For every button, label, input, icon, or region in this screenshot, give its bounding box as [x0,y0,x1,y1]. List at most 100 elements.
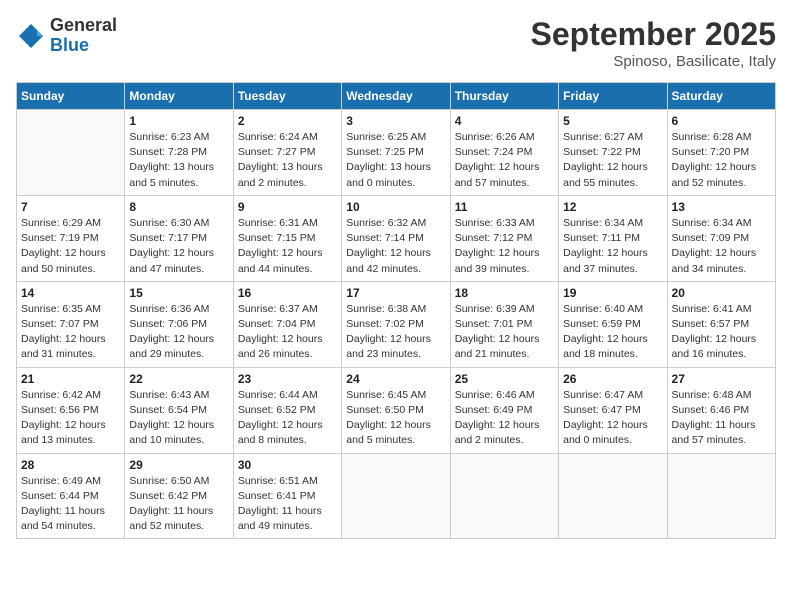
page-header: General Blue September 2025 Spinoso, Bas… [16,16,776,70]
day-info: Sunrise: 6:37 AMSunset: 7:04 PMDaylight:… [238,302,337,363]
calendar-cell: 26 Sunrise: 6:47 AMSunset: 6:47 PMDayligh… [559,367,667,453]
calendar-week-row: 14Sunrise: 6:35 AMSunset: 7:07 PMDayligh… [17,281,776,367]
weekday-header-row: SundayMondayTuesdayWednesdayThursdayFrid… [17,83,776,110]
day-number: 20 [672,286,771,300]
weekday-header-thursday: Thursday [450,83,558,110]
day-info: Sunrise: 6:31 AMSunset: 7:15 PMDaylight:… [238,216,337,277]
day-info: Sunrise: 6:51 AMSunset: 6:41 PMDaylight:… [238,474,337,535]
day-info: Sunrise: 6:42 AMSunset: 6:56 PMDaylight:… [21,388,120,449]
day-number: 5 [563,114,662,128]
day-number: 30 [238,458,337,472]
day-number: 6 [672,114,771,128]
calendar-cell: 17 Sunrise: 6:38 AMSunset: 7:02 PMDayligh… [342,281,450,367]
weekday-header-wednesday: Wednesday [342,83,450,110]
day-number: 27 [672,372,771,386]
day-info: Sunrise: 6:49 AMSunset: 6:44 PMDaylight:… [21,474,120,535]
calendar-table: SundayMondayTuesdayWednesdayThursdayFrid… [16,82,776,539]
calendar-cell: 15Sunrise: 6:36 AMSunset: 7:06 PMDayligh… [125,281,233,367]
calendar-cell: 5 Sunrise: 6:27 AMSunset: 7:22 PMDaylight… [559,110,667,196]
logo-blue: Blue [50,36,117,56]
calendar-cell: 30 Sunrise: 6:51 AMSunset: 6:41 PMDayligh… [233,453,341,539]
day-info: Sunrise: 6:27 AMSunset: 7:22 PMDaylight:… [563,130,662,191]
calendar-week-row: 7 Sunrise: 6:29 AMSunset: 7:19 PMDaylight… [17,195,776,281]
calendar-cell: 27 Sunrise: 6:48 AMSunset: 6:46 PMDayligh… [667,367,775,453]
day-info: Sunrise: 6:41 AMSunset: 6:57 PMDaylight:… [672,302,771,363]
weekday-header-monday: Monday [125,83,233,110]
weekday-header-saturday: Saturday [667,83,775,110]
day-info: Sunrise: 6:46 AMSunset: 6:49 PMDaylight:… [455,388,554,449]
day-number: 10 [346,200,445,214]
day-info: Sunrise: 6:23 AMSunset: 7:28 PMDaylight:… [129,130,228,191]
logo-text: General Blue [50,16,117,56]
day-number: 18 [455,286,554,300]
calendar-cell [559,453,667,539]
day-number: 2 [238,114,337,128]
calendar-cell [667,453,775,539]
day-number: 7 [21,200,120,214]
day-number: 26 [563,372,662,386]
calendar-cell: 16 Sunrise: 6:37 AMSunset: 7:04 PMDayligh… [233,281,341,367]
day-info: Sunrise: 6:47 AMSunset: 6:47 PMDaylight:… [563,388,662,449]
calendar-cell: 1 Sunrise: 6:23 AMSunset: 7:28 PMDaylight… [125,110,233,196]
day-number: 14 [21,286,120,300]
weekday-header-tuesday: Tuesday [233,83,341,110]
calendar-week-row: 21 Sunrise: 6:42 AMSunset: 6:56 PMDayligh… [17,367,776,453]
calendar-cell: 20 Sunrise: 6:41 AMSunset: 6:57 PMDayligh… [667,281,775,367]
calendar-cell: 3Sunrise: 6:25 AMSunset: 7:25 PMDaylight… [342,110,450,196]
logo-general: General [50,16,117,36]
day-info: Sunrise: 6:34 AMSunset: 7:11 PMDaylight:… [563,216,662,277]
calendar-cell: 8 Sunrise: 6:30 AMSunset: 7:17 PMDaylight… [125,195,233,281]
calendar-week-row: 1 Sunrise: 6:23 AMSunset: 7:28 PMDaylight… [17,110,776,196]
title-block: September 2025 Spinoso, Basilicate, Ital… [531,16,776,70]
calendar-cell: 11Sunrise: 6:33 AMSunset: 7:12 PMDayligh… [450,195,558,281]
day-number: 21 [21,372,120,386]
calendar-cell: 24Sunrise: 6:45 AMSunset: 6:50 PMDayligh… [342,367,450,453]
day-number: 28 [21,458,120,472]
day-info: Sunrise: 6:25 AMSunset: 7:25 PMDaylight:… [346,130,445,191]
day-number: 11 [455,200,554,214]
calendar-week-row: 28 Sunrise: 6:49 AMSunset: 6:44 PMDayligh… [17,453,776,539]
day-info: Sunrise: 6:24 AMSunset: 7:27 PMDaylight:… [238,130,337,191]
calendar-cell: 2 Sunrise: 6:24 AMSunset: 7:27 PMDaylight… [233,110,341,196]
calendar-cell: 29 Sunrise: 6:50 AMSunset: 6:42 PMDayligh… [125,453,233,539]
calendar-cell [17,110,125,196]
day-number: 25 [455,372,554,386]
day-info: Sunrise: 6:48 AMSunset: 6:46 PMDaylight:… [672,388,771,449]
calendar-cell: 12 Sunrise: 6:34 AMSunset: 7:11 PMDayligh… [559,195,667,281]
day-info: Sunrise: 6:34 AMSunset: 7:09 PMDaylight:… [672,216,771,277]
day-number: 8 [129,200,228,214]
day-number: 23 [238,372,337,386]
day-number: 16 [238,286,337,300]
logo: General Blue [16,16,117,56]
day-number: 1 [129,114,228,128]
calendar-cell [342,453,450,539]
location-subtitle: Spinoso, Basilicate, Italy [531,53,776,70]
day-number: 15 [129,286,228,300]
calendar-cell: 23Sunrise: 6:44 AMSunset: 6:52 PMDayligh… [233,367,341,453]
calendar-cell: 7 Sunrise: 6:29 AMSunset: 7:19 PMDaylight… [17,195,125,281]
day-info: Sunrise: 6:29 AMSunset: 7:19 PMDaylight:… [21,216,120,277]
day-info: Sunrise: 6:39 AMSunset: 7:01 PMDaylight:… [455,302,554,363]
day-info: Sunrise: 6:50 AMSunset: 6:42 PMDaylight:… [129,474,228,535]
day-number: 12 [563,200,662,214]
day-number: 9 [238,200,337,214]
calendar-cell: 10Sunrise: 6:32 AMSunset: 7:14 PMDayligh… [342,195,450,281]
day-number: 19 [563,286,662,300]
day-number: 13 [672,200,771,214]
calendar-cell: 19 Sunrise: 6:40 AMSunset: 6:59 PMDayligh… [559,281,667,367]
calendar-cell: 9 Sunrise: 6:31 AMSunset: 7:15 PMDaylight… [233,195,341,281]
calendar-cell: 14Sunrise: 6:35 AMSunset: 7:07 PMDayligh… [17,281,125,367]
day-info: Sunrise: 6:45 AMSunset: 6:50 PMDaylight:… [346,388,445,449]
day-number: 17 [346,286,445,300]
day-info: Sunrise: 6:40 AMSunset: 6:59 PMDaylight:… [563,302,662,363]
day-number: 29 [129,458,228,472]
day-info: Sunrise: 6:26 AMSunset: 7:24 PMDaylight:… [455,130,554,191]
day-info: Sunrise: 6:30 AMSunset: 7:17 PMDaylight:… [129,216,228,277]
logo-icon [16,21,46,51]
day-info: Sunrise: 6:28 AMSunset: 7:20 PMDaylight:… [672,130,771,191]
month-title: September 2025 [531,16,776,53]
day-number: 4 [455,114,554,128]
day-info: Sunrise: 6:43 AMSunset: 6:54 PMDaylight:… [129,388,228,449]
day-info: Sunrise: 6:38 AMSunset: 7:02 PMDaylight:… [346,302,445,363]
weekday-header-sunday: Sunday [17,83,125,110]
